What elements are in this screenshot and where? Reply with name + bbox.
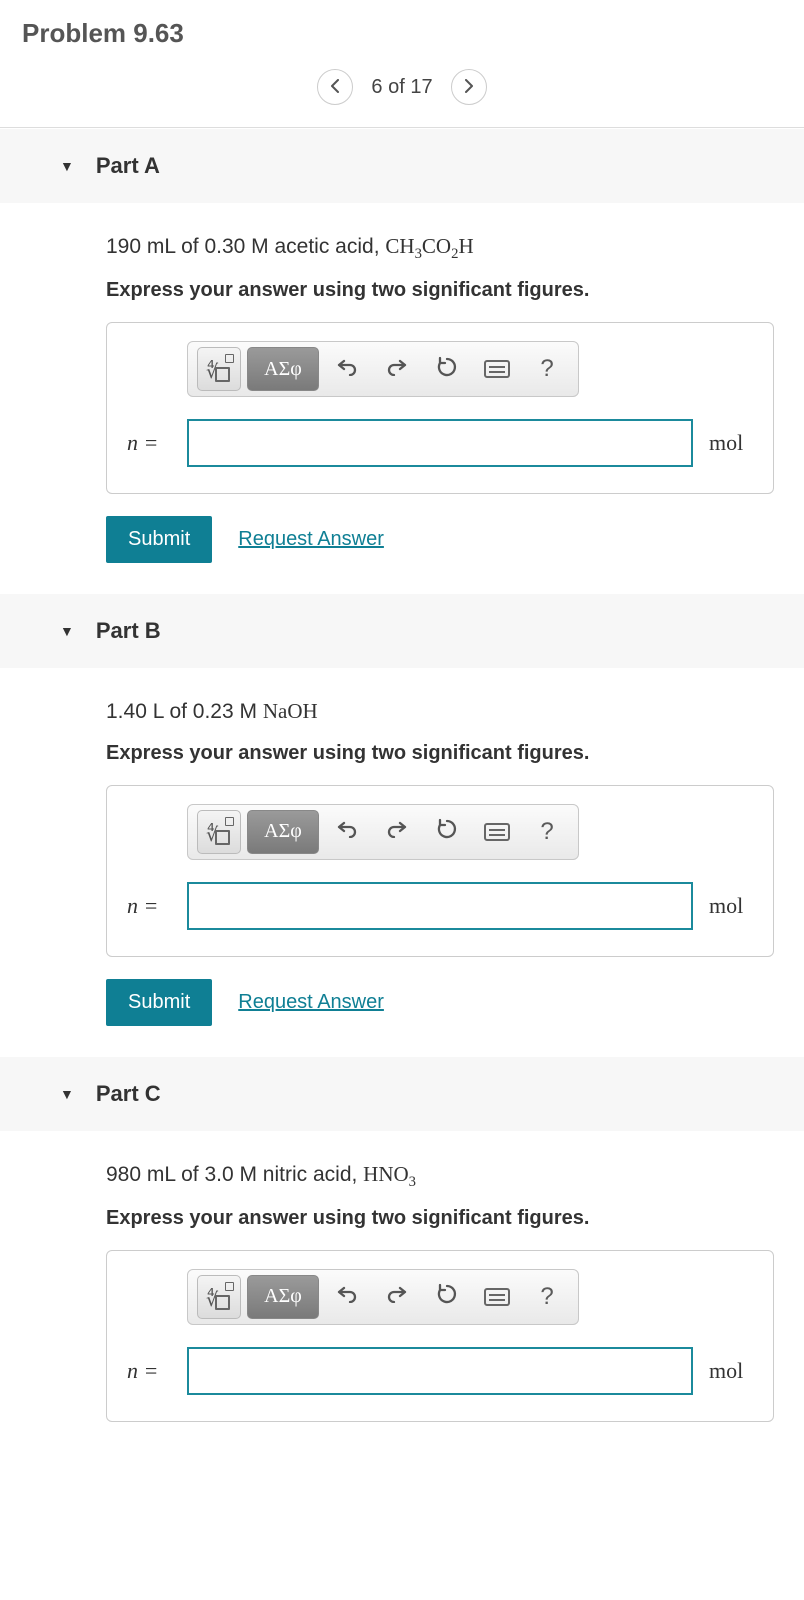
- part-title: Part A: [96, 153, 160, 179]
- answer-input[interactable]: [187, 1347, 693, 1395]
- keyboard-button[interactable]: [475, 347, 519, 391]
- reset-icon: [436, 1283, 458, 1310]
- part-header-b[interactable]: ▼ Part B: [0, 594, 804, 668]
- reset-button[interactable]: [425, 810, 469, 854]
- part-a: ▼ Part A 190 mL of 0.30 M acetic acid, C…: [0, 128, 804, 593]
- template-icon: ∜: [204, 354, 234, 384]
- part-header-a[interactable]: ▼ Part A: [0, 129, 804, 203]
- keyboard-icon: [484, 823, 510, 841]
- redo-button[interactable]: [375, 810, 419, 854]
- undo-icon: [336, 820, 358, 843]
- undo-button[interactable]: [325, 1275, 369, 1319]
- equation-toolbar: ∜ ΑΣφ ?: [187, 1269, 579, 1325]
- variable-label: n =: [127, 1358, 171, 1384]
- part-c: ▼ Part C 980 mL of 3.0 M nitric acid, HN…: [0, 1056, 804, 1454]
- instruction-text: Express your answer using two significan…: [106, 279, 774, 302]
- help-button[interactable]: ?: [525, 1275, 569, 1319]
- answer-input[interactable]: [187, 419, 693, 467]
- keyboard-icon: [484, 360, 510, 378]
- template-button[interactable]: ∜: [197, 1275, 241, 1319]
- caret-down-icon: ▼: [60, 1086, 74, 1102]
- part-title: Part C: [96, 1081, 161, 1107]
- answer-box: ∜ ΑΣφ ? n =: [106, 785, 774, 957]
- template-icon: ∜: [204, 1282, 234, 1312]
- reset-icon: [436, 356, 458, 383]
- caret-down-icon: ▼: [60, 623, 74, 639]
- answer-box: ∜ ΑΣφ ? n =: [106, 1250, 774, 1422]
- instruction-text: Express your answer using two significan…: [106, 1207, 774, 1230]
- variable-label: n =: [127, 430, 171, 456]
- reset-button[interactable]: [425, 1275, 469, 1319]
- question-prefix: 980 mL of 3.0 M nitric acid,: [106, 1163, 363, 1186]
- keyboard-button[interactable]: [475, 1275, 519, 1319]
- answer-box: ∜ ΑΣφ ? n =: [106, 322, 774, 494]
- equation-toolbar: ∜ ΑΣφ ?: [187, 341, 579, 397]
- undo-icon: [336, 1285, 358, 1308]
- next-button[interactable]: [451, 69, 487, 105]
- question-prefix: 190 mL of 0.30 M acetic acid,: [106, 235, 385, 258]
- page-title: Problem 9.63: [0, 0, 804, 69]
- chemical-formula: CH3CO2H: [385, 234, 473, 258]
- undo-icon: [336, 358, 358, 381]
- question-prefix: 1.40 L of 0.23 M: [106, 700, 263, 723]
- instruction-text: Express your answer using two significan…: [106, 742, 774, 765]
- undo-button[interactable]: [325, 347, 369, 391]
- template-button[interactable]: ∜: [197, 810, 241, 854]
- unit-label: mol: [709, 430, 753, 456]
- request-answer-link[interactable]: Request Answer: [238, 528, 384, 551]
- redo-button[interactable]: [375, 1275, 419, 1319]
- reset-button[interactable]: [425, 347, 469, 391]
- prev-button[interactable]: [317, 69, 353, 105]
- redo-icon: [386, 1285, 408, 1308]
- part-title: Part B: [96, 618, 161, 644]
- pager: 6 of 17: [0, 69, 804, 128]
- submit-button[interactable]: Submit: [106, 516, 212, 563]
- template-icon: ∜: [204, 817, 234, 847]
- chemical-formula: NaOH: [263, 699, 318, 723]
- submit-button[interactable]: Submit: [106, 979, 212, 1026]
- unit-label: mol: [709, 893, 753, 919]
- redo-icon: [386, 820, 408, 843]
- keyboard-icon: [484, 1288, 510, 1306]
- greek-button[interactable]: ΑΣφ: [247, 1275, 319, 1319]
- greek-button[interactable]: ΑΣφ: [247, 810, 319, 854]
- undo-button[interactable]: [325, 810, 369, 854]
- question-text: 1.40 L of 0.23 M NaOH: [106, 696, 774, 728]
- answer-input[interactable]: [187, 882, 693, 930]
- variable-label: n =: [127, 893, 171, 919]
- chevron-right-icon: [463, 77, 475, 98]
- unit-label: mol: [709, 1358, 753, 1384]
- chevron-left-icon: [329, 77, 341, 98]
- redo-icon: [386, 358, 408, 381]
- greek-button[interactable]: ΑΣφ: [247, 347, 319, 391]
- part-b: ▼ Part B 1.40 L of 0.23 M NaOH Express y…: [0, 593, 804, 1056]
- question-text: 980 mL of 3.0 M nitric acid, HNO3: [106, 1159, 774, 1193]
- pager-label: 6 of 17: [371, 76, 432, 99]
- chemical-formula: HNO3: [363, 1162, 416, 1186]
- part-header-c[interactable]: ▼ Part C: [0, 1057, 804, 1131]
- question-text: 190 mL of 0.30 M acetic acid, CH3CO2H: [106, 231, 774, 265]
- equation-toolbar: ∜ ΑΣφ ?: [187, 804, 579, 860]
- redo-button[interactable]: [375, 347, 419, 391]
- template-button[interactable]: ∜: [197, 347, 241, 391]
- reset-icon: [436, 818, 458, 845]
- request-answer-link[interactable]: Request Answer: [238, 991, 384, 1014]
- caret-down-icon: ▼: [60, 158, 74, 174]
- help-button[interactable]: ?: [525, 810, 569, 854]
- keyboard-button[interactable]: [475, 810, 519, 854]
- help-button[interactable]: ?: [525, 347, 569, 391]
